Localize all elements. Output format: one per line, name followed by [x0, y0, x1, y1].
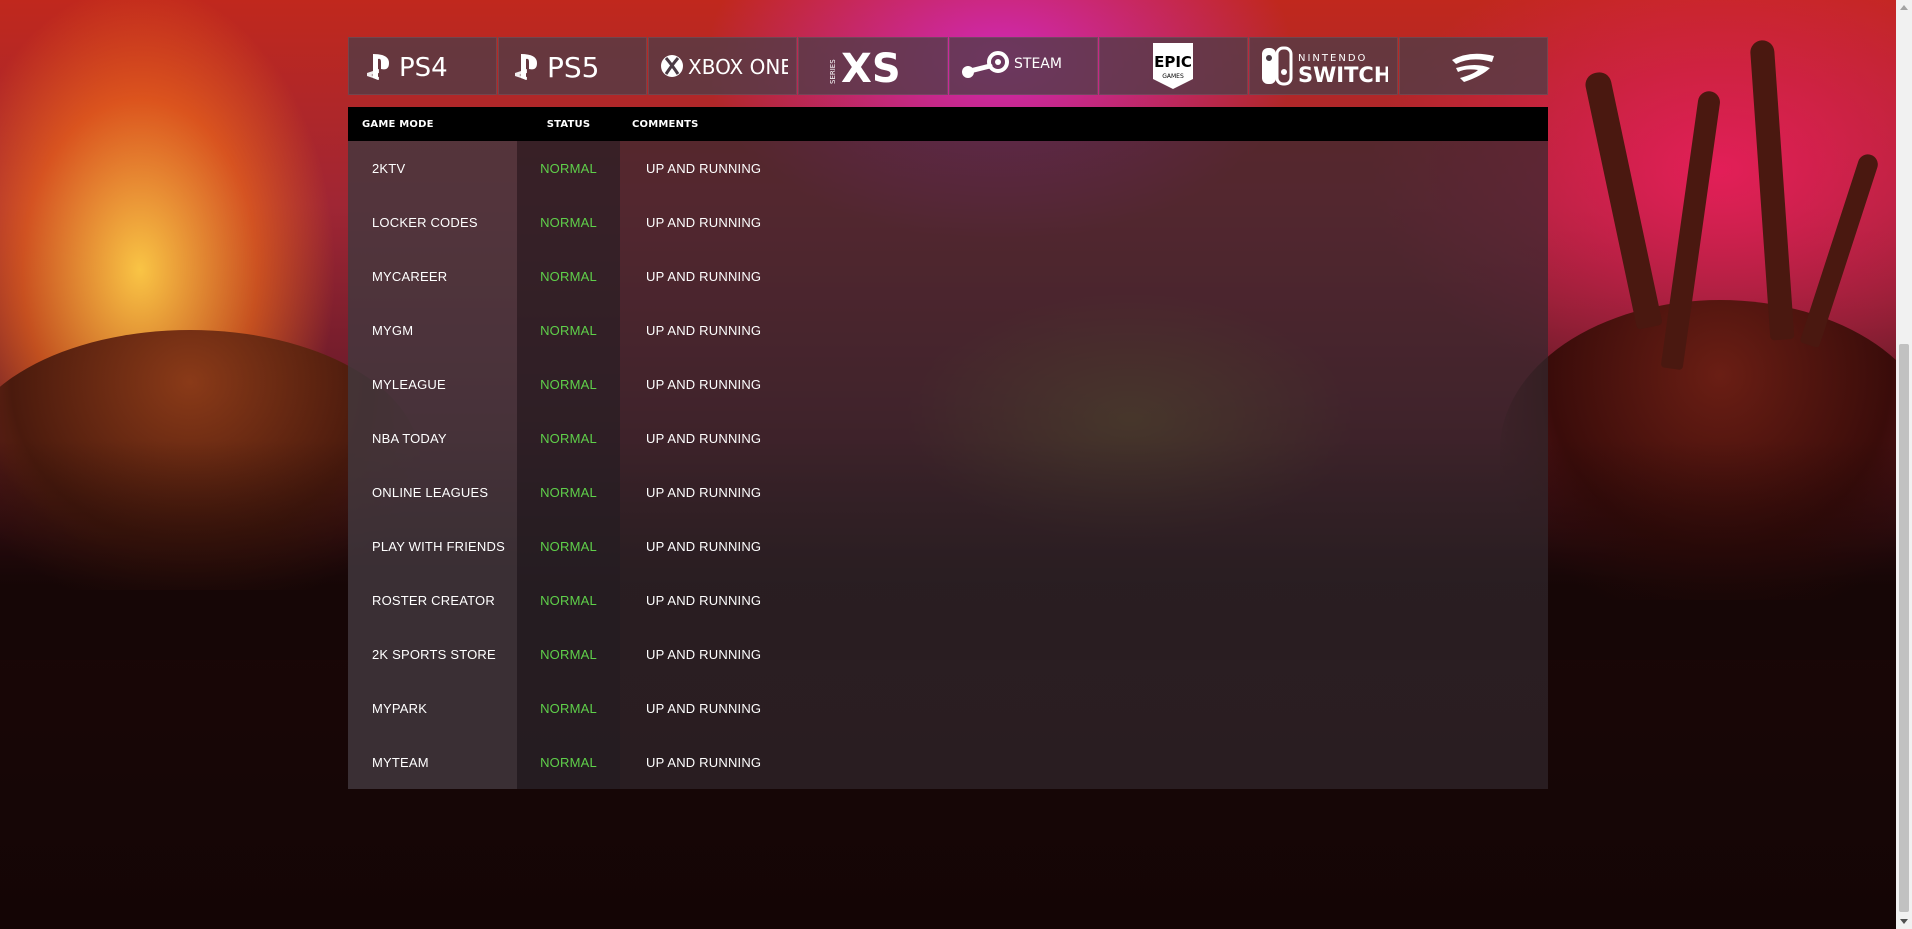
svg-text:SERIES: SERIES	[829, 59, 837, 84]
table-header: GAME MODE STATUS COMMENTS	[348, 107, 1548, 141]
game-mode-cell: ROSTER CREATOR	[372, 592, 495, 608]
comment-cell: UP AND RUNNING	[646, 484, 762, 500]
scroll-up-arrow-icon[interactable]	[1900, 5, 1908, 10]
platform-tab-xbox-one[interactable]: XBOX ONE	[648, 37, 798, 95]
comment-cell: UP AND RUNNING	[646, 538, 762, 554]
status-cell: NORMAL	[540, 646, 597, 662]
svg-text:GAMES: GAMES	[1162, 73, 1184, 80]
comment-cell: UP AND RUNNING	[646, 430, 762, 446]
xbox-one-logo: XBOX ONE	[660, 55, 788, 79]
svg-text:XS: XS	[841, 46, 901, 90]
header-game-mode: GAME MODE	[362, 118, 434, 130]
svg-text:PS4: PS4	[399, 53, 448, 83]
status-cell: NORMAL	[540, 430, 597, 446]
status-column: NORMAL NORMAL NORMAL NORMAL NORMAL NORMA…	[517, 141, 620, 789]
status-cell: NORMAL	[540, 484, 597, 500]
platform-tab-ps4[interactable]: PS4	[348, 37, 498, 95]
platform-tab-stadia[interactable]	[1398, 37, 1548, 95]
status-table: GAME MODE STATUS COMMENTS 2KTV LOCKER CO…	[348, 107, 1548, 789]
svg-text:PS5: PS5	[547, 51, 599, 84]
ps5-logo: PS5	[514, 51, 599, 84]
stadia-logo	[1452, 53, 1495, 82]
comment-cell: UP AND RUNNING	[646, 754, 762, 770]
status-cell: NORMAL	[540, 322, 597, 338]
platform-tabs: PS4 PS5 XBOX ONE SERIES XS STEAM EPIC GA…	[348, 37, 1548, 97]
game-mode-cell: MYGM	[372, 322, 414, 338]
game-mode-cell: LOCKER CODES	[372, 214, 478, 230]
game-mode-cell: 2K SPORTS STORE	[372, 646, 496, 662]
platform-tab-epic-games[interactable]: EPIC GAMES	[1098, 37, 1248, 95]
xbox-series-xs-logo: SERIES XS	[829, 46, 901, 90]
epic-games-logo: EPIC GAMES	[1153, 43, 1194, 89]
platform-tab-xbox-series[interactable]: SERIES XS	[798, 37, 948, 95]
comment-cell: UP AND RUNNING	[646, 268, 762, 284]
comment-cell: UP AND RUNNING	[646, 646, 762, 662]
status-cell: NORMAL	[540, 268, 597, 284]
svg-text:STEAM: STEAM	[1014, 56, 1062, 72]
comment-cell: UP AND RUNNING	[646, 160, 762, 176]
header-status: STATUS	[546, 118, 591, 130]
platform-tab-steam[interactable]: STEAM	[948, 37, 1098, 95]
game-mode-cell: MYTEAM	[372, 754, 429, 770]
steam-logo: STEAM	[962, 51, 1062, 78]
game-mode-cell: MYPARK	[372, 700, 428, 716]
status-cell: NORMAL	[540, 700, 597, 716]
header-comments: COMMENTS	[632, 118, 699, 130]
status-cell: NORMAL	[540, 214, 597, 230]
svg-text:XBOX ONE: XBOX ONE	[688, 55, 788, 79]
game-mode-cell: 2KTV	[372, 160, 406, 176]
page-scrollbar[interactable]	[1896, 0, 1912, 929]
platform-tab-nintendo-switch[interactable]: NINTENDO SWITCH	[1248, 37, 1398, 95]
game-mode-cell: MYLEAGUE	[372, 376, 446, 392]
game-mode-cell: MYCAREER	[372, 268, 448, 284]
game-mode-cell: ONLINE LEAGUES	[372, 484, 489, 500]
svg-text:SWITCH: SWITCH	[1298, 63, 1388, 87]
table-body: 2KTV LOCKER CODES MYCAREER MYGM MYLEAGUE…	[348, 141, 1548, 789]
comment-cell: UP AND RUNNING	[646, 700, 762, 716]
comment-cell: UP AND RUNNING	[646, 214, 762, 230]
svg-text:EPIC: EPIC	[1154, 53, 1192, 71]
scrollbar-thumb[interactable]	[1899, 344, 1909, 912]
server-status-panel: PS4 PS5 XBOX ONE SERIES XS STEAM EPIC GA…	[348, 37, 1548, 789]
game-mode-column: 2KTV LOCKER CODES MYCAREER MYGM MYLEAGUE…	[348, 141, 517, 789]
status-cell: NORMAL	[540, 376, 597, 392]
comment-cell: UP AND RUNNING	[646, 322, 762, 338]
ps4-logo: PS4	[366, 53, 448, 83]
comment-cell: UP AND RUNNING	[646, 592, 762, 608]
status-cell: NORMAL	[540, 592, 597, 608]
comment-cell: UP AND RUNNING	[646, 376, 762, 392]
comments-column: UP AND RUNNING UP AND RUNNING UP AND RUN…	[620, 141, 1548, 789]
status-cell: NORMAL	[540, 160, 597, 176]
nintendo-switch-logo: NINTENDO SWITCH	[1262, 46, 1388, 87]
status-cell: NORMAL	[540, 538, 597, 554]
scroll-down-arrow-icon[interactable]	[1900, 919, 1908, 924]
game-mode-cell: PLAY WITH FRIENDS	[372, 538, 505, 554]
status-cell: NORMAL	[540, 754, 597, 770]
game-mode-cell: NBA TODAY	[372, 430, 447, 446]
platform-tab-ps5[interactable]: PS5	[498, 37, 648, 95]
